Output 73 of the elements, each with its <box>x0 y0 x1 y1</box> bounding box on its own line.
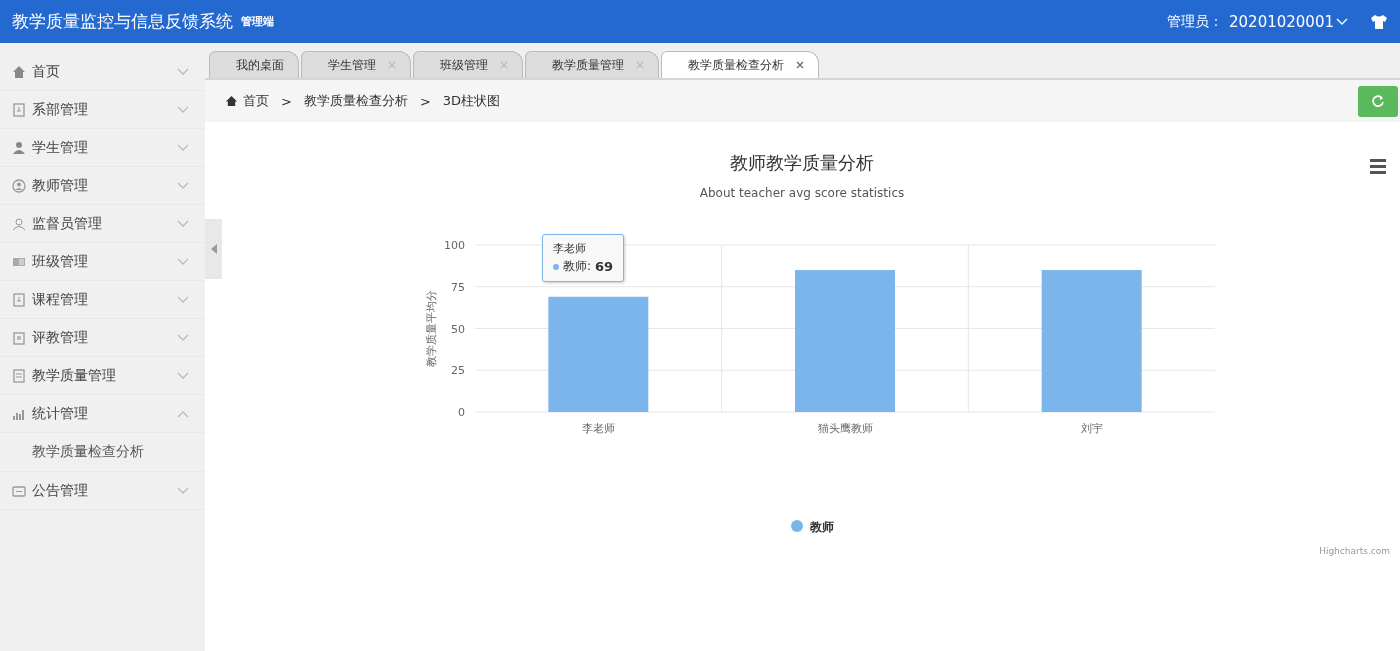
chart-subtitle: About teacher avg score statistics <box>699 186 905 200</box>
chevron-up-icon <box>177 409 189 418</box>
tab[interactable]: 班级管理 <box>413 51 523 78</box>
chevron-down-icon <box>1336 17 1348 26</box>
axis-tick-label: 100 <box>444 239 465 252</box>
chevron-down-icon <box>177 219 189 228</box>
chevron-down-icon <box>177 105 189 114</box>
tab[interactable]: 教学质量管理 <box>525 51 659 78</box>
document-icon <box>12 102 26 117</box>
clipboard-icon <box>12 330 26 345</box>
bar[interactable] <box>548 296 649 412</box>
breadcrumb-link[interactable]: 教学质量检查分析 <box>303 92 408 110</box>
submenu-item[interactable]: 教学质量检查分析 <box>0 433 205 472</box>
chevron-down-icon <box>177 67 189 76</box>
chevron-down-icon <box>177 295 189 304</box>
tooltip-series: 教师: <box>563 258 592 275</box>
menu-item[interactable]: 课程管理 <box>0 281 205 319</box>
axis-tick-label: 25 <box>451 364 465 378</box>
category-label: 刘宇 <box>1080 422 1103 435</box>
legend-item[interactable]: 教师 <box>791 520 834 534</box>
category-label: 李老师 <box>581 422 615 435</box>
axis-title: 教学质量平均分 <box>425 290 438 367</box>
chevron-down-icon <box>177 257 189 266</box>
chevron-down-icon <box>177 333 189 342</box>
axis-tick-label: 0 <box>458 406 465 419</box>
menu-item[interactable]: 系部管理 <box>0 91 205 129</box>
role-label: 管理端 <box>241 14 274 29</box>
chevron-down-icon <box>177 371 189 380</box>
breadcrumb-separator: > <box>419 93 431 109</box>
user-label: 管理员： <box>1167 12 1223 31</box>
category-label: 猫头鹰教师 <box>817 422 873 435</box>
menu-item[interactable]: 统计管理 <box>0 395 205 433</box>
refresh-icon <box>1371 94 1385 108</box>
house-icon <box>12 64 26 79</box>
refresh-button[interactable] <box>1358 85 1398 117</box>
series-dot <box>553 263 559 270</box>
tooltip-title: 李老师 <box>553 241 587 256</box>
breadcrumb-link[interactable]: 首页 <box>243 92 269 110</box>
menu-item[interactable]: 公告管理 <box>0 472 205 510</box>
app-title: 教学质量监控与信息反馈系统 <box>12 10 233 33</box>
menu-item[interactable]: 学生管理 <box>0 129 205 167</box>
menu-item[interactable]: 教学质量管理 <box>0 357 205 395</box>
chart-title: 教师教学质量分析 <box>730 152 874 173</box>
bar[interactable] <box>795 270 895 412</box>
menu-icon[interactable] <box>1370 159 1386 174</box>
breadcrumb-link[interactable]: 3D柱状图 <box>442 92 501 110</box>
tab[interactable]: 我的桌面 <box>209 51 299 78</box>
axis-tick-label: 50 <box>451 322 465 336</box>
chevron-down-icon <box>177 143 189 152</box>
message-icon <box>12 483 26 498</box>
menu-item[interactable]: 评教管理 <box>0 319 205 357</box>
tab[interactable]: 学生管理 <box>301 51 411 78</box>
close-icon[interactable] <box>796 61 804 69</box>
bar[interactable] <box>1041 270 1142 412</box>
tooltip-value: 69 <box>595 259 614 274</box>
user-menu[interactable]: 20201020001 <box>1229 12 1348 31</box>
list-icon <box>12 368 26 383</box>
shirt-icon[interactable] <box>1370 14 1388 29</box>
chevron-down-icon <box>177 181 189 190</box>
document-icon <box>12 292 26 307</box>
caret-left-icon <box>210 244 217 254</box>
person-icon <box>12 140 26 155</box>
chevron-down-icon <box>177 486 189 495</box>
collapse-handle[interactable] <box>205 219 222 279</box>
tab[interactable]: 教学质量检查分析 <box>661 51 819 78</box>
person-circle-icon <box>12 178 26 193</box>
menu-item[interactable]: 监督员管理 <box>0 205 205 243</box>
legend-label: 教师 <box>809 520 834 534</box>
axis-tick-label: 75 <box>451 280 465 294</box>
house-icon <box>225 95 238 107</box>
breadcrumb-separator: > <box>281 93 292 109</box>
people-icon <box>12 216 26 231</box>
menu-item[interactable]: 教师管理 <box>0 167 205 205</box>
